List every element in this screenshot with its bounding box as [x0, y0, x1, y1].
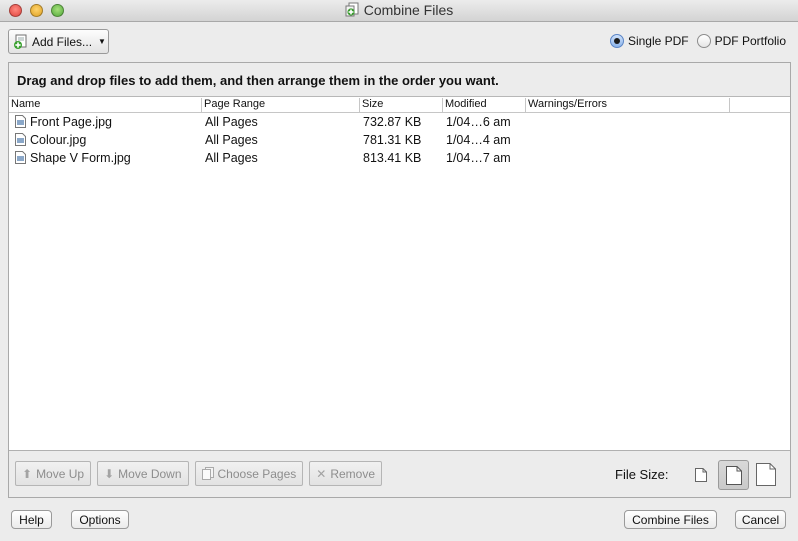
file-name-cell: Front Page.jpg — [15, 115, 112, 129]
pages-icon — [201, 467, 214, 480]
title-bar: Combine Files — [0, 0, 798, 22]
image-file-icon — [15, 133, 26, 146]
file-name: Shape V Form.jpg — [30, 151, 131, 165]
file-name: Front Page.jpg — [30, 115, 112, 129]
arrow-up-icon: ⬆ — [22, 466, 33, 481]
add-files-label: Add Files... — [32, 34, 93, 49]
page-range-cell: All Pages — [205, 151, 258, 165]
column-header-size[interactable]: Size — [359, 98, 442, 112]
column-header-warnings[interactable]: Warnings/Errors — [525, 98, 729, 112]
window-title: Combine Files — [363, 2, 454, 18]
single-pdf-label: Single PDF — [627, 34, 689, 48]
size-cell: 781.31 KB — [363, 133, 422, 147]
file-size-label: File Size: — [615, 467, 669, 482]
combine-files-button[interactable]: Combine Files — [624, 510, 717, 529]
default-file-size-button[interactable] — [718, 460, 749, 490]
file-name-cell: Shape V Form.jpg — [15, 151, 131, 165]
modified-cell: 1/04…6 am — [446, 115, 511, 129]
default-file-size-icon — [726, 466, 742, 485]
remove-button[interactable]: ✕ Remove — [309, 461, 382, 486]
column-header-empty — [729, 98, 790, 112]
table-header: Name Page Range Size Modified Warnings/E… — [9, 97, 790, 113]
single-pdf-option[interactable]: Single PDF — [609, 34, 689, 48]
choose-pages-label: Choose Pages — [217, 466, 297, 481]
pdf-portfolio-radio[interactable] — [696, 34, 711, 48]
table-row[interactable]: Front Page.jpg All Pages 732.87 KB 1/04…… — [9, 113, 790, 131]
combine-files-icon — [345, 2, 359, 17]
instruction-text: Drag and drop files to add them, and the… — [9, 63, 790, 97]
column-header-modified[interactable]: Modified — [442, 98, 525, 112]
add-file-icon — [14, 34, 27, 49]
page-range-cell: All Pages — [205, 133, 258, 147]
modified-cell: 1/04…7 am — [446, 151, 511, 165]
column-header-name[interactable]: Name — [9, 98, 201, 112]
chevron-down-icon: ▼ — [98, 37, 106, 46]
table-row[interactable]: Shape V Form.jpg All Pages 813.41 KB 1/0… — [9, 149, 790, 167]
add-files-button[interactable]: Add Files... ▼ — [8, 29, 109, 54]
large-file-size-icon[interactable] — [756, 463, 776, 486]
single-pdf-radio[interactable] — [609, 34, 624, 48]
pdf-portfolio-label: PDF Portfolio — [714, 34, 786, 48]
image-file-icon — [15, 115, 26, 128]
file-name-cell: Colour.jpg — [15, 133, 86, 147]
file-list[interactable]: Name Page Range Size Modified Warnings/E… — [9, 97, 790, 451]
size-cell: 732.87 KB — [363, 115, 422, 129]
modified-cell: 1/04…4 am — [446, 133, 511, 147]
options-button[interactable]: Options — [71, 510, 129, 529]
column-header-page-range[interactable]: Page Range — [201, 98, 359, 112]
cancel-button[interactable]: Cancel — [735, 510, 786, 529]
list-actions: ⬆ Move Up ⬇ Move Down Choose Pages ✕ Rem… — [15, 461, 382, 486]
remove-x-icon: ✕ — [316, 466, 327, 481]
move-down-button[interactable]: ⬇ Move Down — [97, 461, 189, 486]
output-type-group: Single PDF PDF Portfolio — [609, 34, 786, 48]
window-title-container: Combine Files — [0, 2, 798, 18]
file-name: Colour.jpg — [30, 133, 87, 147]
pdf-portfolio-option[interactable]: PDF Portfolio — [696, 34, 786, 48]
size-cell: 813.41 KB — [363, 151, 422, 165]
small-file-size-icon[interactable] — [695, 468, 707, 482]
choose-pages-button[interactable]: Choose Pages — [194, 461, 304, 486]
move-up-label: Move Up — [36, 466, 85, 481]
arrow-down-icon: ⬇ — [104, 466, 115, 481]
help-button[interactable]: Help — [11, 510, 52, 529]
files-panel: Drag and drop files to add them, and the… — [8, 62, 791, 498]
remove-label: Remove — [330, 466, 375, 481]
table-row[interactable]: Colour.jpg All Pages 781.31 KB 1/04…4 am — [9, 131, 790, 149]
page-range-cell: All Pages — [205, 115, 258, 129]
move-down-label: Move Down — [118, 466, 182, 481]
move-up-button[interactable]: ⬆ Move Up — [15, 461, 92, 486]
image-file-icon — [15, 151, 26, 164]
